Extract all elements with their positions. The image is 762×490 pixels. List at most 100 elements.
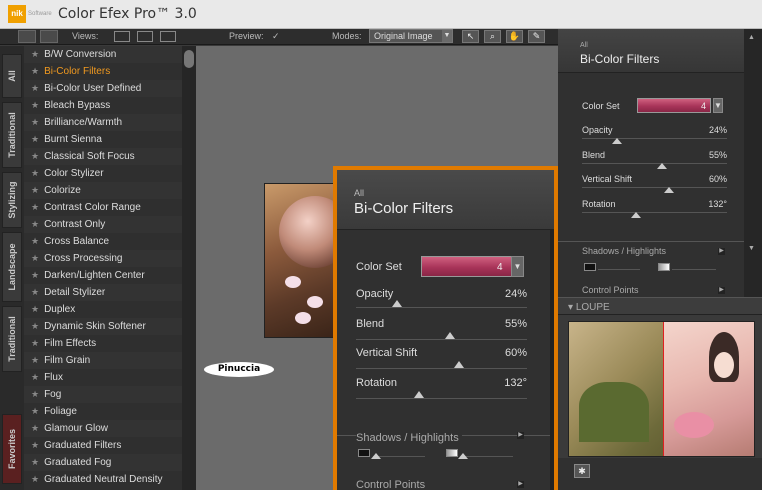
expand-arrow-icon[interactable]: ▶ — [517, 481, 524, 488]
filter-list-scrollbar[interactable] — [182, 46, 196, 490]
favorite-star-icon[interactable]: ★ — [31, 253, 39, 263]
hand-icon[interactable]: ✋ — [506, 30, 523, 43]
vertical-shift-slider[interactable] — [582, 187, 727, 188]
filter-item[interactable]: ★ Duplex — [24, 301, 182, 318]
favorite-star-icon[interactable]: ★ — [31, 372, 39, 382]
filter-item[interactable]: ★ Contrast Color Range — [24, 199, 182, 216]
view-single-icon[interactable] — [114, 31, 130, 42]
favorite-star-icon[interactable]: ★ — [31, 100, 39, 110]
favorite-star-icon[interactable]: ★ — [31, 66, 39, 76]
tab-traditional[interactable]: Traditional — [2, 102, 22, 168]
filter-item[interactable]: ★ Graduated Filters — [24, 437, 182, 454]
opacity-slider[interactable] — [582, 138, 727, 139]
favorite-star-icon[interactable]: ★ — [31, 423, 39, 433]
callout-blend-slider-thumb[interactable] — [445, 332, 456, 339]
filter-item[interactable]: ★ Graduated Fog — [24, 454, 182, 471]
loupe-header[interactable]: ▾ LOUPE — [558, 297, 762, 315]
shadow-swatch[interactable] — [584, 263, 596, 271]
favorite-star-icon[interactable]: ★ — [31, 168, 39, 178]
callout-breadcrumb[interactable]: All — [354, 188, 364, 198]
callout-shadow-swatch[interactable] — [358, 449, 370, 457]
favorite-star-icon[interactable]: ★ — [31, 236, 39, 246]
filter-item[interactable]: ★ Bi-Color Filters — [24, 63, 182, 80]
favorite-star-icon[interactable]: ★ — [31, 338, 39, 348]
callout-vertical-shift-slider-thumb[interactable] — [453, 361, 464, 368]
vertical-shift-slider-thumb[interactable] — [664, 187, 674, 193]
filter-item[interactable]: ★ Dynamic Skin Softener — [24, 318, 182, 335]
tab-landscape[interactable]: Landscape — [2, 232, 22, 302]
expand-arrow-icon[interactable]: ▶ — [517, 432, 524, 439]
zoom-icon[interactable]: ⌕ — [484, 30, 501, 43]
single-view-icon[interactable] — [18, 30, 36, 43]
view-side-by-side-icon[interactable] — [160, 31, 176, 42]
opacity-slider-thumb[interactable] — [611, 138, 622, 144]
favorite-star-icon[interactable]: ★ — [31, 440, 39, 450]
favorite-star-icon[interactable]: ★ — [31, 406, 39, 416]
expand-arrow-icon[interactable]: ▶ — [718, 248, 725, 255]
filter-item[interactable]: ★ Cross Balance — [24, 233, 182, 250]
chevron-down-icon[interactable]: ▼ — [511, 256, 524, 277]
favorite-star-icon[interactable]: ★ — [31, 270, 39, 280]
filter-item[interactable]: ★ Foliage — [24, 403, 182, 420]
favorite-star-icon[interactable]: ★ — [31, 49, 39, 59]
callout-scrollbar[interactable] — [550, 230, 554, 490]
filter-item[interactable]: ★ Burnt Sienna — [24, 131, 182, 148]
panel-breadcrumb[interactable]: All — [580, 42, 588, 49]
split-view-icon[interactable] — [40, 30, 58, 43]
tab-stylizing[interactable]: Stylizing — [2, 172, 22, 228]
tab-traditional-2[interactable]: Traditional — [2, 306, 22, 372]
blend-slider[interactable] — [582, 163, 727, 164]
callout-rotation-slider-thumb[interactable] — [414, 391, 425, 398]
callout-vertical-shift-slider[interactable] — [356, 368, 527, 369]
favorite-star-icon[interactable]: ★ — [31, 287, 39, 297]
callout-rotation-slider[interactable] — [356, 398, 527, 399]
filter-item[interactable]: ★ Contrast Only — [24, 216, 182, 233]
favorite-star-icon[interactable]: ★ — [31, 83, 39, 93]
callout-control-points-label[interactable]: Control Points — [356, 479, 425, 490]
favorite-star-icon[interactable]: ★ — [31, 321, 39, 331]
favorite-star-icon[interactable]: ★ — [31, 117, 39, 127]
loupe-image[interactable] — [568, 321, 755, 457]
loupe-split-divider[interactable] — [663, 322, 664, 456]
scroll-up-icon[interactable]: ▲ — [748, 34, 755, 41]
callout-blend-slider[interactable] — [356, 339, 527, 340]
shadow-slider[interactable] — [598, 269, 640, 270]
callout-shadows-highlights-label[interactable]: Shadows / Highlights — [356, 432, 462, 444]
filter-item[interactable]: ★ Bi-Color User Defined — [24, 80, 182, 97]
callout-highlight-swatch[interactable] — [446, 449, 458, 457]
control-points-label[interactable]: Control Points — [582, 285, 639, 295]
callout-opacity-slider-thumb[interactable] — [392, 300, 403, 307]
favorite-star-icon[interactable]: ★ — [31, 304, 39, 314]
filter-item[interactable]: ★ Flux — [24, 369, 182, 386]
filter-item[interactable]: ★ Darken/Lighten Center — [24, 267, 182, 284]
rotation-slider-thumb[interactable] — [630, 212, 641, 218]
loupe-pin-icon[interactable]: ✱ — [574, 464, 590, 478]
filter-item[interactable]: ★ B/W Conversion — [24, 46, 182, 63]
scrollbar-thumb[interactable] — [184, 50, 194, 68]
scroll-down-icon[interactable]: ▼ — [748, 245, 755, 252]
filter-item[interactable]: ★ Detail Stylizer — [24, 284, 182, 301]
view-split-icon[interactable] — [137, 31, 153, 42]
favorite-star-icon[interactable]: ★ — [31, 355, 39, 365]
filter-item[interactable]: ★ Film Effects — [24, 335, 182, 352]
filter-item[interactable]: ★ Bleach Bypass — [24, 97, 182, 114]
rotation-slider[interactable] — [582, 212, 727, 213]
preview-checkbox[interactable]: ✓ — [272, 31, 280, 42]
filter-item[interactable]: ★ Classical Soft Focus — [24, 148, 182, 165]
filter-item[interactable]: ★ Graduated Neutral Density — [24, 471, 182, 488]
filter-item[interactable]: ★ Cross Processing — [24, 250, 182, 267]
favorite-star-icon[interactable]: ★ — [31, 474, 39, 484]
favorite-star-icon[interactable]: ★ — [31, 202, 39, 212]
favorite-star-icon[interactable]: ★ — [31, 457, 39, 467]
tab-all[interactable]: All — [2, 54, 22, 98]
favorite-star-icon[interactable]: ★ — [31, 151, 39, 161]
favorite-star-icon[interactable]: ★ — [31, 185, 39, 195]
favorite-star-icon[interactable]: ★ — [31, 134, 39, 144]
highlight-slider[interactable] — [672, 269, 716, 270]
shadows-highlights-label[interactable]: Shadows / Highlights — [582, 246, 666, 256]
color-set-swatch[interactable] — [637, 98, 711, 113]
filter-item[interactable]: ★ Color Stylizer — [24, 165, 182, 182]
filter-item[interactable]: ★ Glamour Glow — [24, 420, 182, 437]
callout-highlight-slider-thumb[interactable] — [458, 453, 468, 459]
mode-select[interactable]: Original Image ▼ — [369, 29, 453, 43]
